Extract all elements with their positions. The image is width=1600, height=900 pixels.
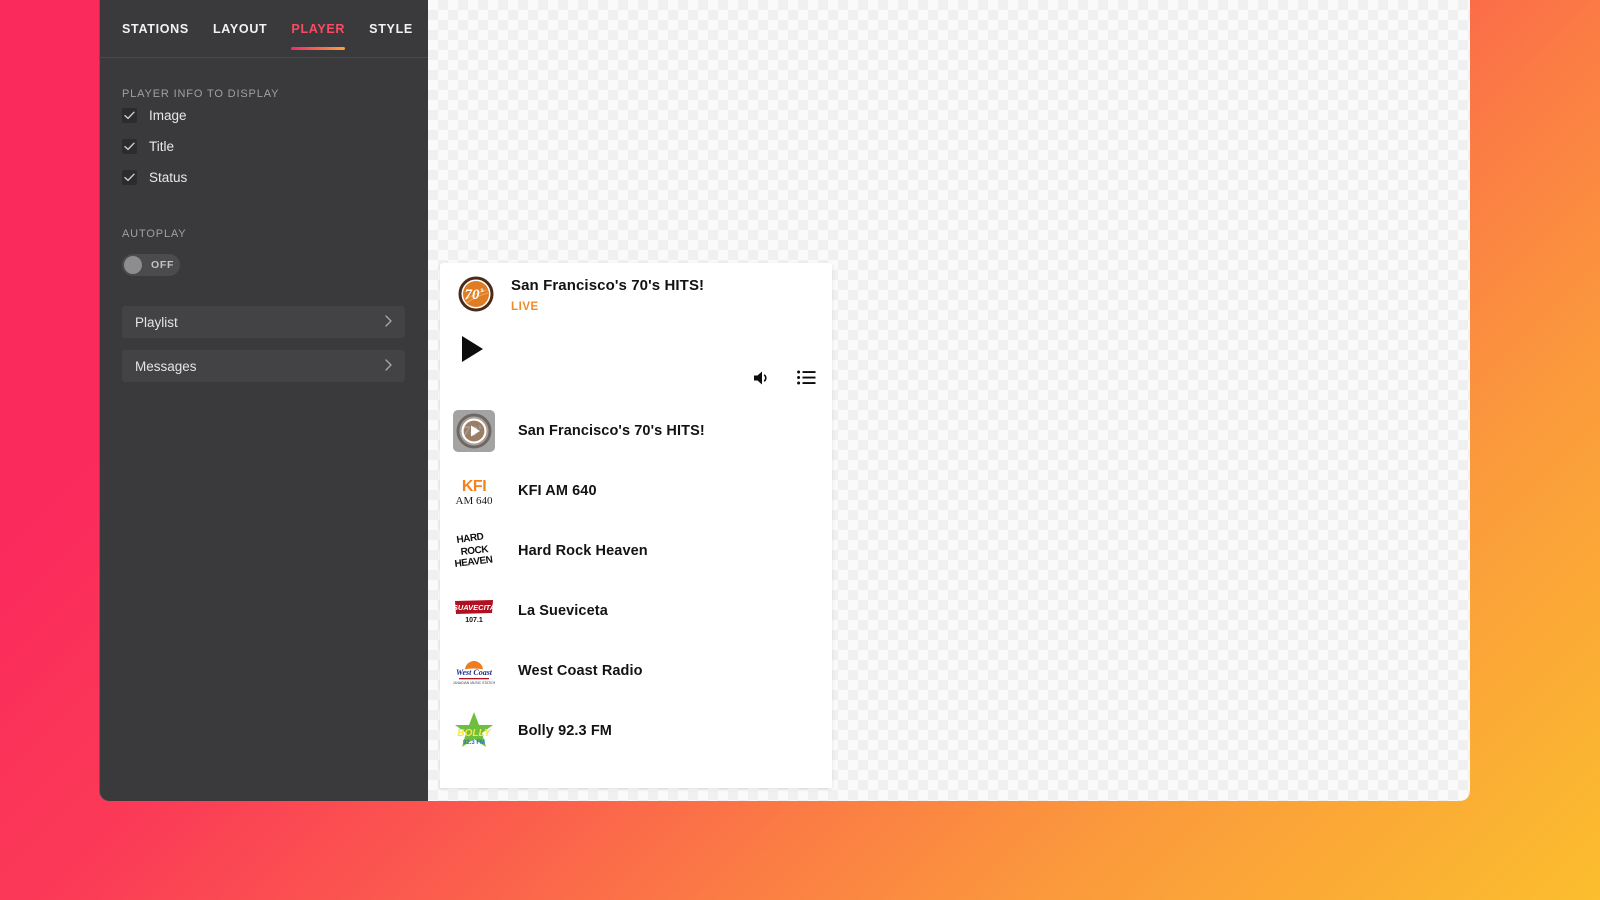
autoplay-toggle[interactable]: OFF (122, 254, 180, 276)
svg-text:AM 640: AM 640 (456, 495, 493, 507)
tab-stations-label: STATIONS (122, 22, 189, 36)
seventies-hits-logo: 70 s (453, 409, 495, 452)
player-info-section-label: PLAYER INFO TO DISPLAY (122, 88, 280, 100)
tab-stations[interactable]: STATIONS (122, 22, 189, 50)
play-icon[interactable] (461, 335, 484, 368)
now-playing-header: 70 s San Francisco's 70's HITS! LIVE (440, 263, 832, 313)
autoplay-section-label: AUTOPLAY (122, 228, 187, 240)
tab-layout-label: LAYOUT (212, 22, 268, 36)
transport-controls (440, 313, 832, 401)
svg-text:SUAVECITA: SUAVECITA (453, 603, 495, 612)
preview-canvas: 70 s San Francisco's 70's HITS! LIVE San… (428, 0, 1470, 801)
now-playing-title: San Francisco's 70's HITS! (511, 277, 705, 294)
kfi-am-640-logo: KFI AM 640 (453, 470, 495, 512)
station-name: West Coast Radio (518, 662, 643, 679)
station-list-item[interactable]: KFI AM 640 KFI AM 640 (440, 461, 832, 521)
nav-item-playlist-label: Playlist (135, 314, 178, 330)
radio-player-widget: 70 s San Francisco's 70's HITS! LIVE San… (440, 263, 832, 788)
bolly-923-fm-logo: BOLLY 92.3 FM (453, 710, 495, 752)
secondary-controls (753, 370, 816, 391)
hard-rock-heaven-logo: HARD ROCK HEAVEN (453, 530, 495, 572)
svg-text:92.3 FM: 92.3 FM (463, 740, 485, 746)
chevron-right-icon (385, 359, 392, 373)
tab-bar: STATIONS LAYOUT PLAYER STYLE (99, 0, 429, 58)
now-playing-overlay (453, 409, 495, 452)
now-playing-text: San Francisco's 70's HITS! LIVE (511, 276, 705, 313)
station-name: La Sueviceta (518, 602, 608, 619)
svg-text:HARD: HARD (456, 532, 484, 546)
checkbox-row-status[interactable]: Status (99, 162, 429, 193)
autoplay-toggle-row: OFF (99, 254, 429, 276)
checkbox-title-label: Title (149, 139, 175, 154)
station-list-item[interactable]: HARD ROCK HEAVEN Hard Rock Heaven (440, 521, 832, 581)
nav-item-messages-label: Messages (135, 358, 197, 374)
checkbox-status[interactable] (122, 170, 137, 185)
app-root: STATIONS LAYOUT PLAYER STYLE PLAYER INFO… (0, 0, 1600, 900)
la-sueviceta-logo: SUAVECITA 107.1 (453, 590, 495, 632)
station-list: 70 s San Francisco's 70's HITS! (440, 401, 832, 761)
play-circle-icon (461, 417, 487, 444)
tab-style[interactable]: STYLE (369, 22, 413, 50)
tab-player[interactable]: PLAYER (291, 22, 345, 50)
autoplay-toggle-state: OFF (151, 259, 175, 271)
nav-item-messages[interactable]: Messages (122, 350, 405, 382)
station-list-item[interactable]: West Coast CANADIAN MUSIC STATION West C… (440, 641, 832, 701)
svg-text:KFI: KFI (462, 478, 486, 495)
svg-text:BOLLY: BOLLY (457, 728, 491, 739)
settings-panel: STATIONS LAYOUT PLAYER STYLE PLAYER INFO… (99, 0, 429, 801)
volume-icon[interactable] (753, 370, 771, 391)
now-playing-status: LIVE (511, 300, 539, 313)
station-list-item[interactable]: SUAVECITA 107.1 La Sueviceta (440, 581, 832, 641)
tab-layout[interactable]: LAYOUT (213, 22, 267, 50)
seventies-hits-logo: 70 s (458, 276, 494, 312)
station-list-item[interactable]: BOLLY 92.3 FM Bolly 92.3 FM (440, 701, 832, 761)
svg-text:CANADIAN MUSIC STATION: CANADIAN MUSIC STATION (453, 681, 495, 685)
chevron-right-icon (385, 315, 392, 329)
station-name: Bolly 92.3 FM (518, 722, 612, 739)
station-name: Hard Rock Heaven (518, 542, 648, 559)
toggle-knob (124, 256, 142, 274)
station-name: KFI AM 640 (518, 482, 597, 499)
checkbox-image[interactable] (122, 108, 137, 123)
svg-text:70: 70 (465, 287, 481, 303)
check-icon (124, 111, 135, 120)
station-name: San Francisco's 70's HITS! (518, 422, 705, 439)
checkbox-row-image[interactable]: Image (99, 100, 429, 131)
svg-text:HEAVEN: HEAVEN (454, 554, 493, 570)
checkbox-title[interactable] (122, 139, 137, 154)
check-icon (124, 142, 135, 151)
tab-style-label: STYLE (369, 22, 413, 36)
station-list-item[interactable]: 70 s San Francisco's 70's HITS! (440, 401, 832, 461)
checkbox-row-title[interactable]: Title (99, 131, 429, 162)
svg-text:107.1: 107.1 (465, 617, 483, 624)
svg-text:West Coast: West Coast (456, 668, 493, 677)
checkbox-status-label: Status (149, 170, 188, 185)
nav-item-playlist[interactable]: Playlist (122, 306, 405, 338)
playlist-list-icon[interactable] (797, 370, 816, 390)
tab-player-label: PLAYER (291, 22, 346, 36)
checkbox-image-label: Image (149, 108, 187, 123)
check-icon (124, 173, 135, 182)
west-coast-radio-logo: West Coast CANADIAN MUSIC STATION (453, 650, 495, 692)
